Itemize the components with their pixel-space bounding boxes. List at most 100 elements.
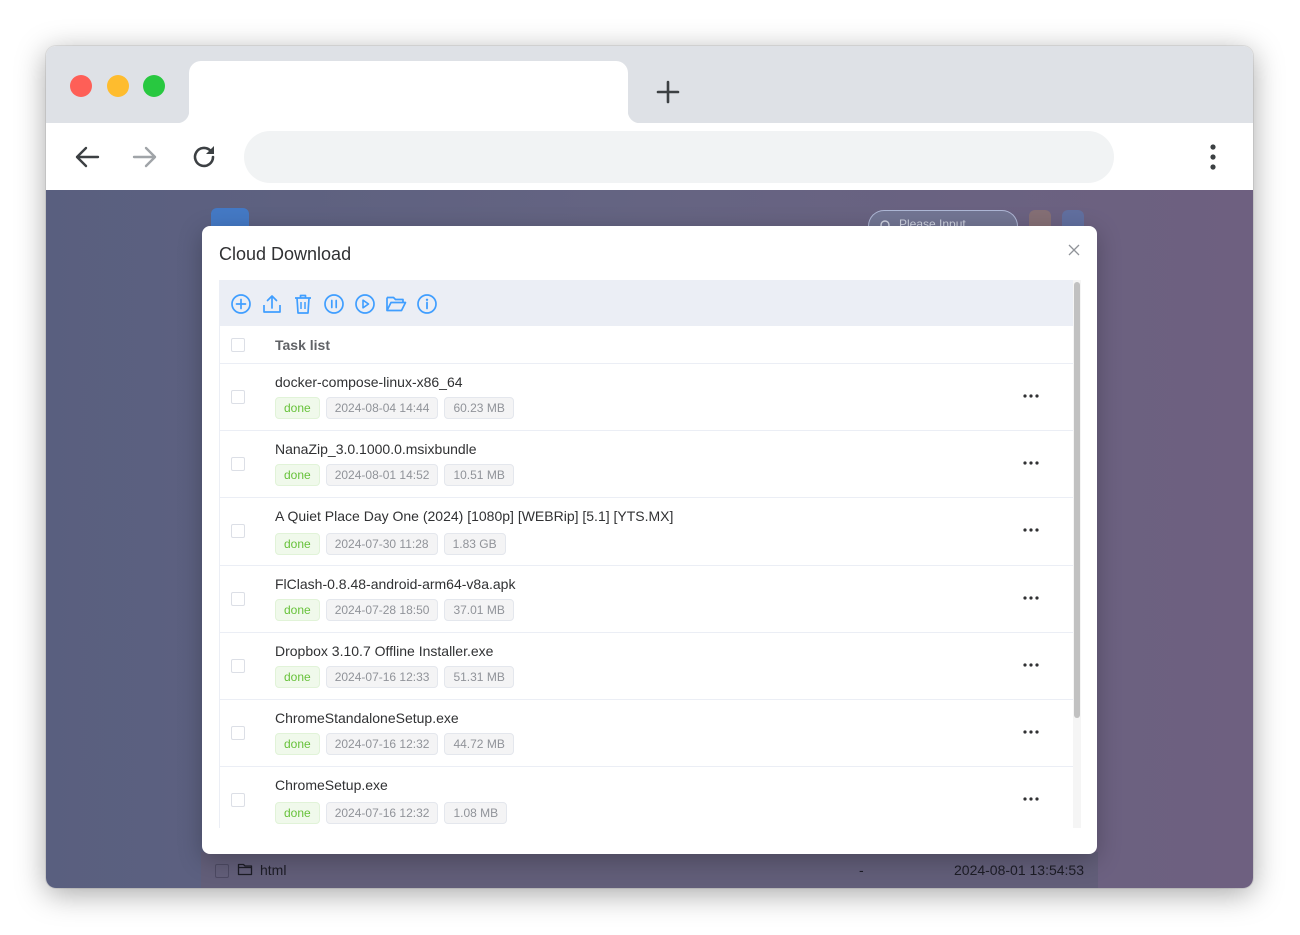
status-badge: done xyxy=(275,599,320,621)
reload-button[interactable] xyxy=(187,140,221,174)
size-badge: 10.51 MB xyxy=(444,464,514,486)
more-horizontal-icon xyxy=(1023,730,1039,734)
more-horizontal-icon xyxy=(1023,461,1039,465)
browser-menu-button[interactable] xyxy=(1196,140,1230,174)
more-horizontal-icon xyxy=(1023,797,1039,801)
status-badge: done xyxy=(275,733,320,755)
new-tab-button[interactable] xyxy=(652,76,684,108)
task-tags: done 2024-07-30 11:28 1.83 GB xyxy=(275,533,506,555)
date-badge: 2024-07-16 12:32 xyxy=(325,733,439,755)
table-row[interactable]: Dropbox 3.10.7 Offline Installer.exe don… xyxy=(220,633,1073,700)
browser-toolbar xyxy=(46,123,1253,190)
more-vertical-icon xyxy=(1210,144,1216,170)
task-tags: done 2024-08-04 14:44 60.23 MB xyxy=(275,397,514,419)
row-more-button[interactable] xyxy=(1020,590,1042,606)
add-task-button[interactable] xyxy=(229,292,253,316)
file-date: 2024-08-01 13:54:53 xyxy=(954,862,1084,878)
row-more-button[interactable] xyxy=(1020,724,1042,740)
status-badge: done xyxy=(275,802,320,824)
date-badge: 2024-07-30 11:28 xyxy=(325,533,438,555)
status-badge: done xyxy=(275,533,320,555)
address-bar[interactable] xyxy=(244,131,1114,183)
task-tags: done 2024-08-01 14:52 10.51 MB xyxy=(275,464,514,486)
row-checkbox[interactable] xyxy=(231,659,245,673)
row-more-button[interactable] xyxy=(1020,388,1042,404)
folder-open-icon xyxy=(386,296,407,312)
select-all-checkbox[interactable] xyxy=(231,338,245,352)
scrollbar-thumb[interactable] xyxy=(1074,282,1080,718)
more-horizontal-icon xyxy=(1023,596,1039,600)
file-size: - xyxy=(859,862,864,878)
minimize-window-button[interactable] xyxy=(107,75,129,97)
task-name: Dropbox 3.10.7 Offline Installer.exe xyxy=(275,643,494,659)
date-badge: 2024-07-16 12:33 xyxy=(325,666,439,688)
task-name: ChromeStandaloneSetup.exe xyxy=(275,710,459,726)
row-checkbox[interactable] xyxy=(231,592,245,606)
file-name: html xyxy=(260,862,287,878)
size-badge: 51.31 MB xyxy=(444,666,514,688)
active-tab[interactable] xyxy=(177,61,640,123)
cloud-download-dialog: Cloud Download Task list docker-compose-… xyxy=(202,226,1097,854)
row-checkbox[interactable] xyxy=(231,457,245,471)
trash-icon xyxy=(295,294,311,314)
row-checkbox[interactable] xyxy=(231,793,245,807)
row-checkbox[interactable] xyxy=(231,524,245,538)
size-badge: 1.08 MB xyxy=(444,802,508,824)
forward-button[interactable] xyxy=(128,140,162,174)
task-panel: Task list docker-compose-linux-x86_64 do… xyxy=(219,280,1081,828)
more-horizontal-icon xyxy=(1023,394,1039,398)
dialog-close-button[interactable] xyxy=(1064,240,1084,260)
table-row[interactable]: docker-compose-linux-x86_64 done 2024-08… xyxy=(220,364,1073,431)
row-more-button[interactable] xyxy=(1020,791,1042,807)
maximize-window-button[interactable] xyxy=(143,75,165,97)
status-badge: done xyxy=(275,666,320,688)
pause-button[interactable] xyxy=(322,292,346,316)
row-more-button[interactable] xyxy=(1020,657,1042,673)
status-badge: done xyxy=(275,464,320,486)
task-name: FlClash-0.8.48-android-arm64-v8a.apk xyxy=(275,576,516,592)
more-horizontal-icon xyxy=(1023,528,1039,532)
row-checkbox[interactable] xyxy=(231,726,245,740)
back-button[interactable] xyxy=(70,140,104,174)
task-toolbar xyxy=(220,280,1073,326)
task-tags: done 2024-07-16 12:33 51.31 MB xyxy=(275,666,514,688)
table-row[interactable]: A Quiet Place Day One (2024) [1080p] [WE… xyxy=(220,498,1073,566)
row-checkbox[interactable] xyxy=(231,390,245,404)
info-icon xyxy=(417,294,437,314)
app-logo xyxy=(211,208,249,226)
row-more-button[interactable] xyxy=(1020,522,1042,538)
table-row[interactable]: ChromeSetup.exe done 2024-07-16 12:32 1.… xyxy=(220,767,1073,828)
table-row[interactable]: NanaZip_3.0.1000.0.msixbundle done 2024-… xyxy=(220,431,1073,498)
plus-icon xyxy=(656,80,680,104)
task-tags: done 2024-07-28 18:50 37.01 MB xyxy=(275,599,514,621)
dialog-title: Cloud Download xyxy=(219,244,352,264)
size-badge: 60.23 MB xyxy=(444,397,514,419)
delete-button[interactable] xyxy=(291,292,315,316)
table-row[interactable]: FlClash-0.8.48-android-arm64-v8a.apk don… xyxy=(220,566,1073,633)
upload-button[interactable] xyxy=(260,292,284,316)
date-badge: 2024-07-28 18:50 xyxy=(325,599,439,621)
row-checkbox xyxy=(215,864,229,878)
size-badge: 44.72 MB xyxy=(444,733,514,755)
task-name: docker-compose-linux-x86_64 xyxy=(275,374,463,390)
task-tags: done 2024-07-16 12:32 44.72 MB xyxy=(275,733,514,755)
row-more-button[interactable] xyxy=(1020,455,1042,471)
task-name: ChromeSetup.exe xyxy=(275,777,388,793)
arrow-left-icon xyxy=(75,146,100,168)
info-button[interactable] xyxy=(415,292,439,316)
reload-icon xyxy=(193,146,215,168)
close-window-button[interactable] xyxy=(70,75,92,97)
close-icon xyxy=(1068,244,1080,256)
table-row[interactable]: ChromeStandaloneSetup.exe done 2024-07-1… xyxy=(220,700,1073,767)
background-file-row: html - 2024-08-01 13:54:53 xyxy=(201,852,1098,888)
browser-window: Please Input html - 2024-08-01 13:54:53 … xyxy=(46,46,1253,888)
task-tags: done 2024-07-16 12:32 1.08 MB xyxy=(275,802,508,824)
table-header: Task list xyxy=(220,326,1073,364)
status-badge: done xyxy=(275,397,320,419)
size-badge: 1.83 GB xyxy=(443,533,506,555)
open-folder-button[interactable] xyxy=(384,292,408,316)
size-badge: 37.01 MB xyxy=(444,599,514,621)
task-name: NanaZip_3.0.1000.0.msixbundle xyxy=(275,441,477,457)
more-horizontal-icon xyxy=(1023,663,1039,667)
start-button[interactable] xyxy=(353,292,377,316)
